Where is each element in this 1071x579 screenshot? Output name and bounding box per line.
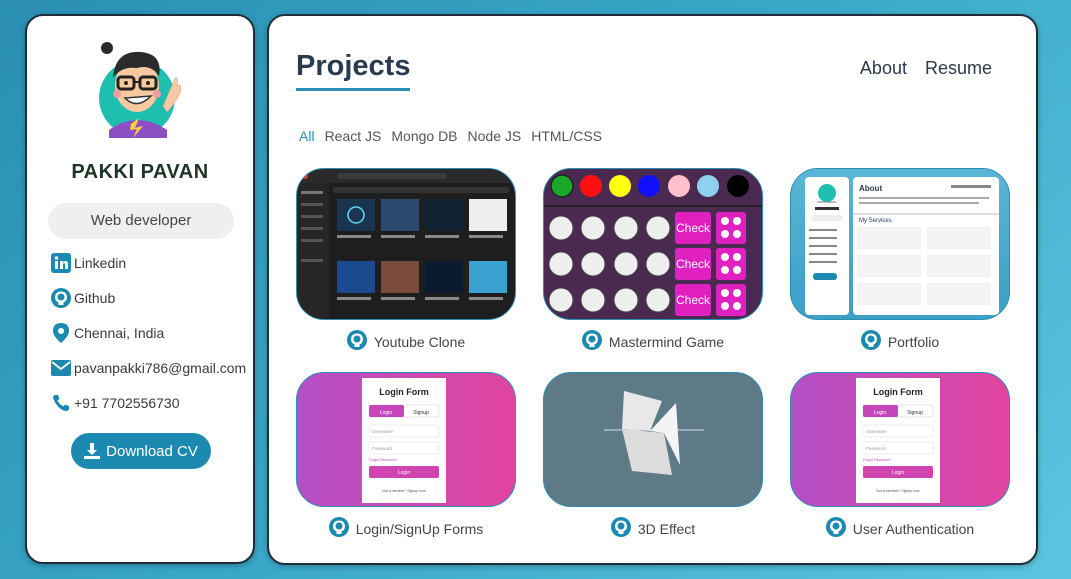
user-auth-screenshot-image: Login Form Login Signup Username Passwor… — [856, 378, 940, 503]
github-icon — [825, 517, 846, 540]
linkedin-link[interactable]: Linkedin — [51, 253, 126, 273]
mastermind-screenshot-image: Check Check Check — [544, 169, 762, 316]
download-icon — [84, 443, 101, 459]
contact-label-phone: +91 7702556730 — [74, 395, 180, 411]
role-badge: Web developer — [48, 203, 234, 239]
check-button-label-1: Check — [676, 221, 711, 235]
project-filters: All React JS Mongo DB Node JS HTML/CSS — [299, 128, 602, 144]
not-member-text: Not a member? Signup now — [382, 489, 426, 493]
nav-resume[interactable]: Resume — [925, 58, 992, 79]
login-form-title: Login Form — [379, 387, 429, 397]
check-button-label-3: Check — [676, 293, 711, 307]
github-icon — [860, 330, 881, 353]
github-link[interactable]: Github — [51, 288, 115, 308]
project-card-youtube[interactable]: Youtube Clone — [296, 168, 516, 353]
portfolio-name: PAKKI PAVAN — [818, 200, 837, 204]
linkedin-icon — [51, 253, 71, 273]
3d-effect-screenshot-image — [604, 391, 704, 475]
download-cv-button[interactable]: Download CV — [71, 433, 211, 469]
contact-label-github: Github — [74, 290, 116, 306]
filter-mongo[interactable]: Mongo DB — [391, 128, 457, 144]
contact-label-location: Chennai, India — [74, 325, 165, 341]
portfolio-screenshot-image: About My Services PAKKI PAVAN — [805, 177, 999, 315]
project-title-login-forms: Login/SignUp Forms — [355, 520, 484, 537]
project-thumbnail-3d-effect[interactable] — [543, 372, 763, 507]
check-button-label-2: Check — [676, 257, 711, 271]
project-card-portfolio[interactable]: About My Services PAKKI PAVAN Portfolio — [790, 168, 1010, 353]
location-icon — [51, 323, 71, 343]
filter-all[interactable]: All — [299, 128, 315, 144]
portfolio-services: My Services — [859, 218, 892, 224]
forgot-link: Forgot Password? — [369, 458, 397, 462]
youtube-screenshot-image — [297, 169, 515, 319]
password-field: Password — [372, 446, 392, 451]
email-link[interactable]: pavanpakki786@gmail.com — [51, 358, 246, 378]
auth-not-member-text: Not a member? Signup now — [876, 489, 920, 493]
project-card-user-auth[interactable]: Login Form Login Signup Username Passwor… — [790, 372, 1010, 540]
github-icon — [328, 517, 349, 540]
project-thumbnail-login-forms[interactable]: Login Form Login Signup Username Passwor… — [296, 372, 516, 507]
auth-username-field: Username — [866, 429, 887, 434]
project-thumbnail-portfolio[interactable]: About My Services PAKKI PAVAN — [790, 168, 1010, 320]
project-card-mastermind[interactable]: Check Check Check Mastermind Game — [543, 168, 763, 353]
project-card-3d-effect[interactable]: 3D Effect — [543, 372, 763, 540]
username-field: Username — [372, 429, 393, 434]
profile-name: PAKKI PAVAN — [71, 161, 209, 183]
login-tab: Login — [380, 410, 392, 416]
project-thumbnail-mastermind[interactable]: Check Check Check — [543, 168, 763, 320]
contact-label-email: pavanpakki786@gmail.com — [74, 360, 247, 376]
location-info: Chennai, India — [51, 323, 164, 343]
project-title-3d-effect: 3D Effect — [637, 520, 696, 537]
project-title-mastermind: Mastermind Game — [608, 333, 725, 350]
auth-forgot-link: Forgot Password? — [863, 458, 891, 462]
auth-login-button: Login — [892, 470, 904, 476]
contact-label-linkedin: Linkedin — [74, 255, 127, 271]
auth-signup-tab: Signup — [907, 410, 923, 416]
github-icon — [610, 517, 631, 540]
top-nav: About Resume — [860, 58, 992, 79]
project-thumbnail-user-auth[interactable]: Login Form Login Signup Username Passwor… — [790, 372, 1010, 507]
filter-html-css[interactable]: HTML/CSS — [531, 128, 602, 144]
project-thumbnail-youtube[interactable] — [296, 168, 516, 320]
avatar — [99, 42, 182, 138]
project-title-portfolio: Portfolio — [887, 333, 940, 350]
profile-sidebar: PAKKI PAVAN Web developer Linkedin Githu… — [25, 14, 255, 564]
login-form-screenshot-image: Login Form Login Signup Username Passwor… — [362, 378, 446, 503]
email-icon — [51, 358, 71, 378]
projects-panel: Projects About Resume All React JS Mongo… — [267, 14, 1038, 565]
auth-login-tab: Login — [874, 410, 886, 416]
page-title: Projects — [296, 50, 411, 82]
portfolio-heading: About — [859, 184, 882, 193]
project-card-login-forms[interactable]: Login Form Login Signup Username Passwor… — [296, 372, 516, 540]
github-icon — [51, 288, 71, 308]
filter-react[interactable]: React JS — [325, 128, 382, 144]
github-icon — [346, 330, 367, 353]
project-title-youtube: Youtube Clone — [373, 333, 466, 350]
download-cv-label: Download CV — [106, 442, 198, 460]
signup-tab: Signup — [413, 410, 429, 416]
title-underline — [296, 88, 410, 91]
login-button: Login — [398, 470, 410, 476]
nav-about[interactable]: About — [860, 58, 907, 79]
filter-node[interactable]: Node JS — [468, 128, 522, 144]
github-icon — [581, 330, 602, 353]
auth-form-title: Login Form — [873, 387, 923, 397]
auth-password-field: Password — [866, 446, 886, 451]
phone-info: +91 7702556730 — [51, 393, 180, 413]
phone-icon — [51, 393, 71, 413]
project-title-user-auth: User Authentication — [852, 520, 975, 537]
